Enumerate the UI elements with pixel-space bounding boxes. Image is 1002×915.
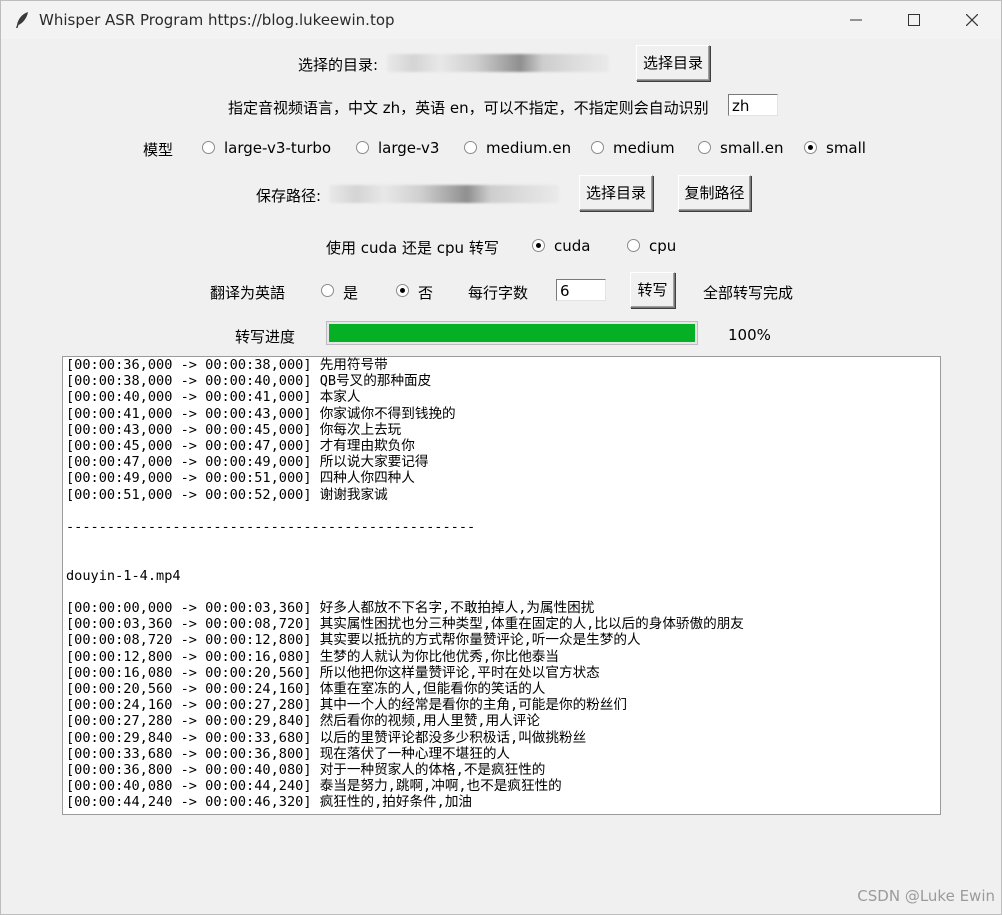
transcript-line: [00:00:12,800 -> 00:00:16,080] 生梦的人就认为你比… bbox=[66, 648, 559, 665]
app-window: Whisper ASR Program https://blog.lukeewi… bbox=[0, 0, 1002, 915]
transcribe-progress-bar bbox=[326, 321, 698, 345]
transcript-line: [00:00:51,000 -> 00:00:52,000] 谢谢我家诚 bbox=[66, 486, 388, 503]
model-radio-medium-en[interactable] bbox=[464, 141, 477, 154]
title-bar: Whisper ASR Program https://blog.lukeewi… bbox=[1, 1, 1001, 39]
transcript-line: [00:00:47,000 -> 00:00:49,000] 所以说大家要记得 bbox=[66, 454, 429, 471]
chars-per-line-label: 每行字数 bbox=[468, 284, 529, 302]
maximize-button[interactable] bbox=[885, 1, 943, 39]
status-text: 全部转写完成 bbox=[703, 284, 794, 302]
language-label: 指定音视频语言，中文 zh，英语 en，可以不指定，不指定则会自动识别 bbox=[228, 99, 709, 117]
transcript-line: [00:00:49,000 -> 00:00:51,000] 四种人你四种人 bbox=[66, 470, 415, 487]
watermark: CSDN @Luke Ewin bbox=[857, 887, 995, 905]
transcript-line: [00:00:45,000 -> 00:00:47,000] 才有理由欺负你 bbox=[66, 438, 415, 455]
progress-fill bbox=[329, 324, 695, 342]
transcript-line: [00:00:24,160 -> 00:00:27,280] 其中一个人的经常是… bbox=[66, 697, 627, 714]
transcript-line: [00:00:36,800 -> 00:00:40,080] 对于一种贸家人的体… bbox=[66, 762, 546, 779]
transcript-line: ​ bbox=[63, 535, 940, 551]
device-radio-cpu[interactable] bbox=[627, 239, 640, 252]
device-radio-cuda[interactable] bbox=[532, 239, 545, 252]
model-option-label: medium bbox=[613, 139, 675, 157]
maximize-icon bbox=[908, 14, 920, 26]
transcript-line: [00:00:00,000 -> 00:00:03,360] 好多人都放不下名字… bbox=[66, 600, 595, 617]
save-path-blurred bbox=[329, 185, 559, 203]
transcribe-button[interactable]: 转写 bbox=[630, 272, 675, 308]
progress-percent: 100% bbox=[728, 326, 771, 344]
copy-path-button[interactable]: 复制路径 bbox=[678, 175, 751, 211]
model-radio-medium[interactable] bbox=[591, 141, 604, 154]
selected-dir-path-blurred bbox=[387, 54, 609, 72]
transcript-line: ​ bbox=[63, 503, 940, 519]
translate-option-label: 是 bbox=[343, 284, 359, 302]
minimize-button[interactable] bbox=[827, 1, 885, 39]
transcript-output-textarea[interactable]: [00:00:36,000 -> 00:00:38,000] 先用符号带 [00:… bbox=[62, 356, 941, 815]
close-icon bbox=[966, 14, 978, 26]
transcript-line: [00:00:44,240 -> 00:00:46,320] 疯狂性的,拍好条件… bbox=[66, 794, 473, 811]
transcript-line: [00:00:40,080 -> 00:00:44,240] 泰当是努力,跳啊,… bbox=[66, 778, 562, 795]
save-path-label: 保存路径: bbox=[256, 187, 322, 205]
translate-label: 翻译为英語 bbox=[210, 284, 286, 302]
device-option-label: cuda bbox=[554, 237, 591, 255]
choose-save-dir-button[interactable]: 选择目录 bbox=[579, 175, 653, 211]
transcript-line: ----------------------------------------… bbox=[66, 519, 476, 536]
feather-icon bbox=[13, 11, 31, 29]
transcript-line: ​ bbox=[63, 551, 940, 567]
model-option-label: small.en bbox=[720, 139, 784, 157]
selected-dir-label: 选择的目录: bbox=[298, 56, 379, 74]
translate-radio-yes[interactable] bbox=[321, 284, 334, 297]
transcript-line: [00:00:08,720 -> 00:00:12,800] 其实要以抵抗的方式… bbox=[66, 632, 641, 649]
minimize-icon bbox=[850, 19, 862, 21]
transcript-line: douyin-1-4.mp4 bbox=[66, 567, 181, 584]
close-button[interactable] bbox=[943, 1, 1001, 39]
transcript-line: [00:00:03,360 -> 00:00:08,720] 其实属性困扰也分三… bbox=[66, 616, 744, 633]
model-option-label: large-v3 bbox=[378, 139, 440, 157]
translate-option-label: 否 bbox=[418, 284, 434, 302]
model-radio-large-v3[interactable] bbox=[356, 141, 369, 154]
transcript-line: [00:00:38,000 -> 00:00:40,000] QB号叉的那种面皮 bbox=[66, 373, 432, 390]
transcript-line: [00:00:29,840 -> 00:00:33,680] 以后的里赞评论都没… bbox=[66, 729, 587, 746]
transcript-line: [00:00:20,560 -> 00:00:24,160] 体重在室冻的人,但… bbox=[66, 681, 546, 698]
transcript-line: ​ bbox=[63, 584, 940, 600]
transcript-line: [00:00:27,280 -> 00:00:29,840] 然后看你的视频,用… bbox=[66, 713, 540, 730]
device-option-label: cpu bbox=[649, 237, 677, 255]
model-label: 模型 bbox=[143, 141, 174, 159]
model-option-label: small bbox=[826, 139, 866, 157]
transcript-line: [00:00:41,000 -> 00:00:43,000] 你家诚你不得到钱挽… bbox=[66, 405, 456, 422]
translate-radio-no[interactable] bbox=[396, 284, 409, 297]
transcript-line: [00:00:40,000 -> 00:00:41,000] 本家人 bbox=[66, 389, 361, 406]
choose-dir-button[interactable]: 选择目录 bbox=[636, 45, 710, 81]
window-title: Whisper ASR Program https://blog.lukeewi… bbox=[39, 11, 395, 29]
model-radio-small-en[interactable] bbox=[698, 141, 711, 154]
device-label: 使用 cuda 还是 cpu 转写 bbox=[326, 239, 499, 257]
model-option-label: medium.en bbox=[486, 139, 572, 157]
transcript-line: [00:00:43,000 -> 00:00:45,000] 你每次上去玩 bbox=[66, 421, 402, 438]
model-option-label: large-v3-turbo bbox=[224, 139, 332, 157]
model-radio-small[interactable] bbox=[804, 141, 817, 154]
transcript-line: [00:00:33,680 -> 00:00:36,800] 现在落伏了一种心理… bbox=[66, 745, 511, 762]
progress-label: 转写进度 bbox=[235, 328, 296, 346]
model-radio-large-v3-turbo[interactable] bbox=[202, 141, 215, 154]
language-input[interactable]: zh bbox=[728, 94, 778, 116]
transcript-line: [00:00:36,000 -> 00:00:38,000] 先用符号带 bbox=[66, 357, 388, 373]
chars-per-line-input[interactable]: 6 bbox=[556, 279, 606, 301]
transcript-line: [00:00:16,080 -> 00:00:20,560] 所以他把你这样量赞… bbox=[66, 664, 600, 681]
